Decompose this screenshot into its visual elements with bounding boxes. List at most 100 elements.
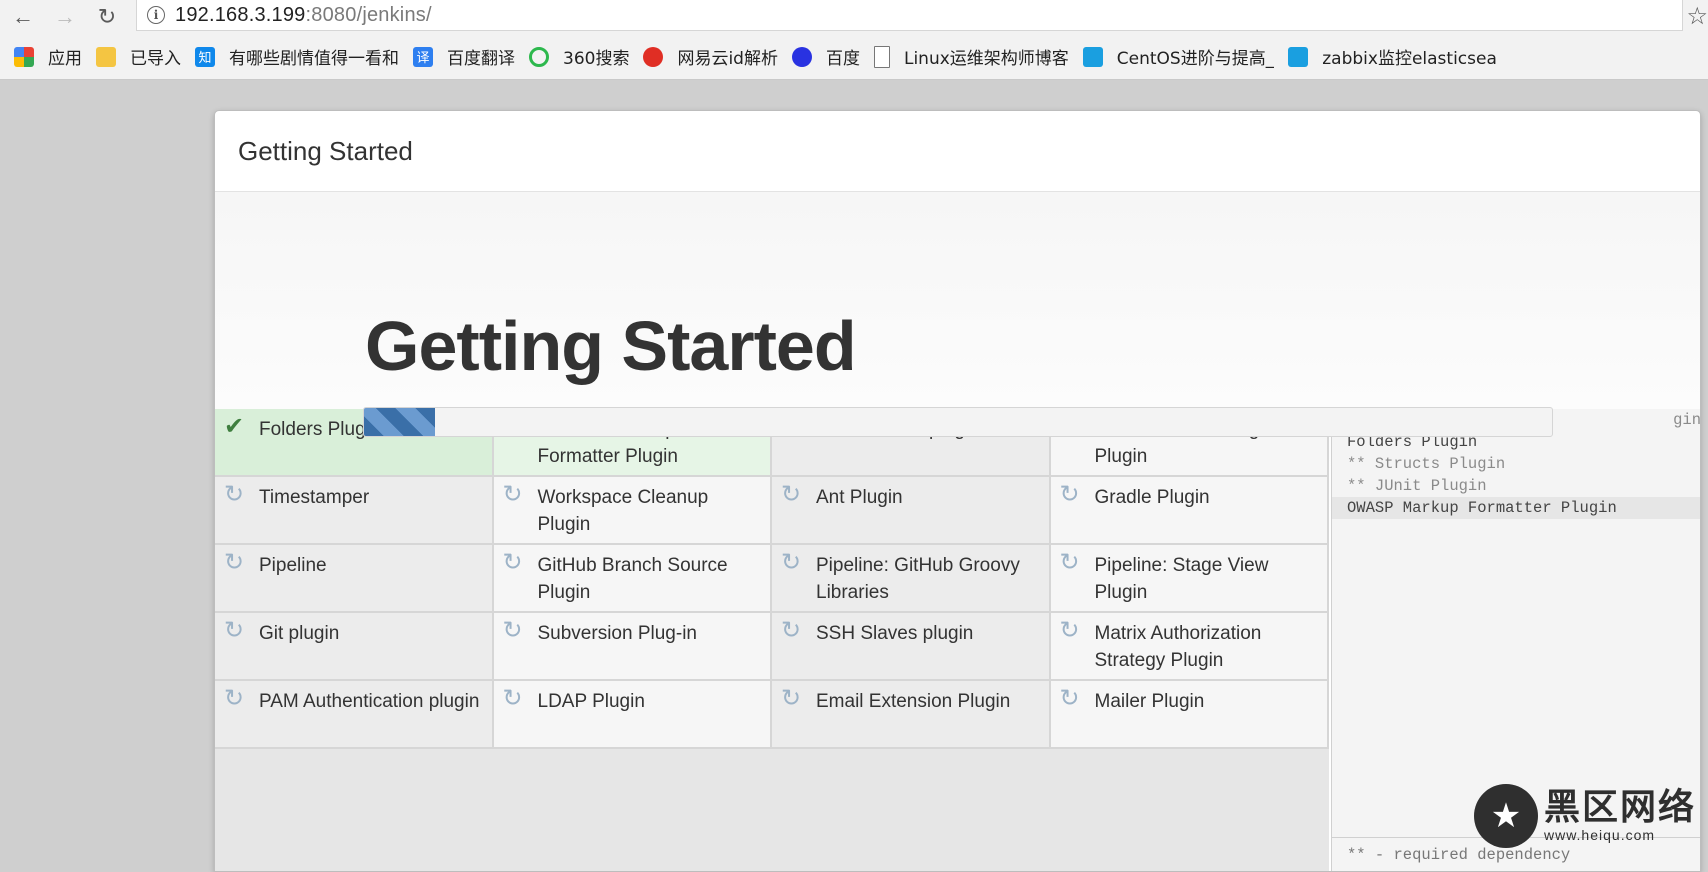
plugin-item: ↻ Workspace Cleanup Plugin: [493, 477, 772, 545]
url-path: :8080/jenkins/: [305, 3, 432, 26]
plugin-name: Ant Plugin: [816, 487, 903, 508]
plugin-item: ↻ Pipeline: Stage View Plugin: [1050, 545, 1329, 613]
refresh-spinner-icon: ↻: [1059, 685, 1080, 712]
bookmark-label: CentOS进阶与提高_: [1116, 49, 1275, 69]
plugin-name: LDAP Plugin: [537, 691, 645, 712]
bookmark-item[interactable]: 知有哪些剧情值得一看和: [195, 44, 399, 69]
360-search-icon: [529, 46, 549, 67]
plugin-item: ↻ LDAP Plugin: [493, 681, 772, 749]
info-icon[interactable]: i: [147, 6, 165, 24]
baidu-translate-icon: 译: [413, 46, 433, 67]
plugin-item: ↻ Ant Plugin: [772, 477, 1051, 545]
bookmark-blue-icon: [1082, 46, 1103, 67]
plugin-name: Gradle Plugin: [1094, 487, 1210, 508]
plugin-name: Email Extension Plugin: [816, 691, 1011, 712]
plugin-name: Workspace Cleanup Plugin: [537, 487, 709, 535]
refresh-spinner-icon: ↻: [502, 481, 523, 508]
getting-started-dialog: Getting Started Getting Started ✔ Folders…: [214, 110, 1701, 872]
refresh-spinner-icon: ↻: [1059, 481, 1080, 508]
plugin-name: Matrix Authorization Strategy Plugin: [1094, 623, 1262, 671]
plugin-name: Subversion Plug-in: [537, 623, 697, 644]
bookmark-star-icon[interactable]: ☆: [1686, 2, 1708, 31]
watermark-text: 黑区网络 www.heiqu.com: [1543, 787, 1696, 843]
plugin-name: Mailer Plugin: [1094, 691, 1205, 712]
bookmark-label: 360搜索: [563, 49, 630, 69]
omnibox[interactable]: i 192.168.3.199:8080/jenkins/: [136, 0, 1683, 31]
plugin-name: SSH Slaves plugin: [816, 623, 974, 644]
bookmark-label: 网易云id解析: [677, 49, 778, 69]
plugin-name: PAM Authentication plugin: [259, 691, 480, 712]
plugin-item: ↻ Subversion Plug-in: [493, 613, 772, 681]
install-progress-bar: [363, 407, 1553, 437]
bookmark-item[interactable]: 百度: [791, 44, 860, 69]
bookmark-item[interactable]: Linux运维架构师博客: [873, 44, 1069, 69]
plugin-item: ↻ SSH Slaves plugin: [772, 613, 1051, 681]
refresh-spinner-icon: ↻: [502, 617, 523, 644]
refresh-spinner-icon: ↻: [780, 617, 802, 644]
bookmark-label: 有哪些剧情值得一看和: [229, 49, 399, 69]
bookmark-item[interactable]: 译百度翻译: [413, 44, 515, 69]
folder-icon: [96, 46, 116, 67]
refresh-spinner-icon: ↻: [780, 549, 802, 576]
refresh-spinner-icon: ↻: [502, 549, 523, 576]
reload-icon[interactable]: ↻: [92, 2, 122, 32]
bookmarks-bar: 应用 已导入知有哪些剧情值得一看和译百度翻译 360搜索 网易云id解析 百度 Linux…: [0, 34, 1708, 80]
url-text[interactable]: 192.168.3.199:8080/jenkins/: [175, 4, 432, 27]
plugin-item: ↻ Pipeline: [215, 545, 494, 613]
checkmark-icon: ✔: [223, 413, 245, 440]
bookmark-item[interactable]: CentOS进阶与提高_: [1082, 44, 1275, 69]
plugin-name: Pipeline: GitHub Groovy Libraries: [816, 555, 1020, 603]
refresh-spinner-icon: ↻: [1059, 617, 1080, 644]
refresh-spinner-icon: ↻: [223, 685, 245, 712]
install-progress-fill: [364, 408, 436, 436]
site-watermark: ★ 黑区网络 www.heiqu.com: [1473, 784, 1696, 848]
bookmark-blue-icon: [1288, 46, 1309, 67]
refresh-spinner-icon: ↻: [780, 481, 802, 508]
hero-title: Getting Started: [365, 307, 857, 385]
dialog-title: Getting Started: [238, 135, 413, 166]
plugin-item: ↻ Git plugin: [215, 613, 494, 681]
plugin-item: ↻ Timestamper: [215, 477, 494, 545]
plugin-item: ↻ GitHub Branch Source Plugin: [493, 545, 772, 613]
bookmark-item[interactable]: zabbix监控elasticsea: [1288, 44, 1497, 69]
refresh-spinner-icon: ↻: [780, 685, 802, 712]
url-host: 192.168.3.199: [175, 3, 306, 26]
refresh-spinner-icon: ↻: [223, 549, 245, 576]
log-line: OWASP Markup Formatter Plugin: [1332, 497, 1700, 519]
bookmark-item[interactable]: 应用: [14, 44, 82, 69]
plugin-grid: ✔Folders Plugin✔OWASP Markup Formatter P…: [215, 409, 1329, 749]
bookmark-item[interactable]: 已导入: [96, 44, 181, 69]
netease-music-icon: [643, 46, 664, 67]
bookmark-item[interactable]: 网易云id解析: [643, 44, 778, 69]
plugin-name: Git plugin: [259, 623, 340, 644]
plugin-name: Timestamper: [259, 487, 370, 508]
plugin-item: ↻ Matrix Authorization Strategy Plugin: [1050, 613, 1329, 681]
plugin-item: ↻ Pipeline: GitHub Groovy Libraries: [772, 545, 1051, 613]
bookmark-label: 已导入: [130, 49, 181, 69]
refresh-spinner-icon: ↻: [502, 685, 523, 712]
refresh-spinner-icon: ↻: [1059, 549, 1080, 576]
plugin-name: Pipeline: [259, 555, 327, 576]
apps-grid-icon: [14, 46, 34, 67]
plugin-name: GitHub Branch Source Plugin: [537, 555, 728, 603]
bookmark-label: 百度翻译: [447, 49, 515, 69]
plugin-item: ↻ Email Extension Plugin: [772, 681, 1051, 749]
zhihu-icon: 知: [195, 46, 215, 67]
refresh-spinner-icon: ↻: [223, 617, 245, 644]
watermark-cn: 黑区网络: [1543, 787, 1696, 828]
plugin-grid-area: ✔Folders Plugin✔OWASP Markup Formatter P…: [215, 409, 1329, 871]
address-bar-row: ← → ↻ i 192.168.3.199:8080/jenkins/ ☆: [0, 0, 1708, 34]
watermark-url: www.heiqu.com: [1543, 827, 1656, 843]
plugin-item: ↻ PAM Authentication plugin: [215, 681, 494, 749]
baidu-paw-icon: [791, 46, 812, 67]
back-arrow-icon[interactable]: ←: [8, 2, 38, 32]
forward-arrow-icon[interactable]: →: [50, 2, 80, 32]
log-line: ** JUnit Plugin: [1347, 477, 1487, 495]
dialog-header: Getting Started: [215, 111, 1700, 192]
plugin-item: ↻ Gradle Plugin: [1050, 477, 1329, 545]
bookmark-label: zabbix监控elasticsea: [1322, 49, 1497, 69]
log-line: ** Structs Plugin: [1347, 455, 1506, 473]
plugin-name: Pipeline: Stage View Plugin: [1094, 555, 1269, 603]
refresh-spinner-icon: ↻: [223, 481, 245, 508]
bookmark-item[interactable]: 360搜索: [529, 44, 629, 69]
